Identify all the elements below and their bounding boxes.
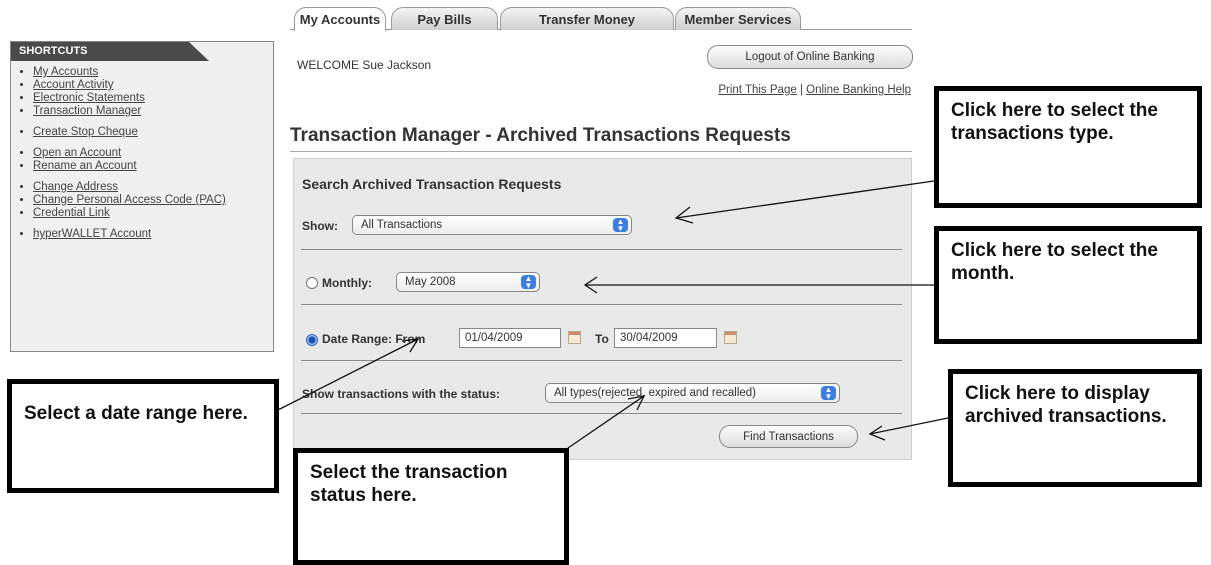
to-label: To: [595, 332, 609, 346]
find-transactions-button[interactable]: Find Transactions: [719, 425, 858, 448]
link-separator: |: [799, 84, 803, 96]
select-arrows-icon: ▲ ▼: [521, 275, 536, 290]
shortcuts-list: My Accounts Account Activity Electronic …: [11, 66, 269, 241]
shortcut-hyperwallet-account[interactable]: hyperWALLET Account: [33, 228, 151, 240]
shortcut-open-account[interactable]: Open an Account: [33, 147, 121, 159]
shortcut-item: Change Address: [33, 181, 269, 194]
shortcut-rename-account[interactable]: Rename an Account: [33, 160, 137, 172]
status-select[interactable]: All types(rejected, expired and recalled…: [545, 383, 840, 403]
date-range-label: Date Range: From: [322, 332, 426, 346]
online-help-link[interactable]: Online Banking Help: [806, 84, 911, 96]
shortcut-item: Credential Link: [33, 207, 269, 220]
shortcut-item: Change Personal Access Code (PAC): [33, 194, 269, 207]
shortcut-account-activity[interactable]: Account Activity: [33, 79, 114, 91]
callout-status: Select the transaction status here.: [293, 448, 569, 565]
shortcut-item: Create Stop Cheque: [33, 126, 269, 139]
shortcut-item: hyperWALLET Account: [33, 228, 269, 241]
logout-button[interactable]: Logout of Online Banking: [707, 45, 913, 69]
shortcut-change-address[interactable]: Change Address: [33, 181, 118, 193]
shortcut-electronic-statements[interactable]: Electronic Statements: [33, 92, 145, 104]
shortcut-item: Account Activity: [33, 79, 269, 92]
calendar-icon[interactable]: [568, 331, 581, 344]
page-title: Transaction Manager - Archived Transacti…: [290, 125, 791, 146]
title-divider: [290, 151, 912, 152]
show-label: Show:: [302, 219, 338, 233]
divider: [301, 360, 902, 361]
select-arrows-icon: ▲ ▼: [821, 386, 836, 401]
shortcut-item: Transaction Manager: [33, 105, 269, 118]
shortcut-transaction-manager[interactable]: Transaction Manager: [33, 105, 141, 117]
shortcut-item: Open an Account: [33, 147, 269, 160]
search-panel: [293, 158, 912, 460]
callout-month: Click here to select the month.: [934, 226, 1202, 344]
print-page-link[interactable]: Print This Page: [718, 84, 796, 96]
calendar-icon[interactable]: [724, 331, 737, 344]
tab-my-accounts[interactable]: My Accounts: [294, 7, 386, 31]
divider: [301, 249, 902, 250]
tab-transfer-money[interactable]: Transfer Money: [500, 7, 674, 30]
shortcut-item: My Accounts: [33, 66, 269, 79]
shortcuts-panel: SHORTCUTS My Accounts Account Activity E…: [10, 41, 274, 352]
callout-transaction-type: Click here to select the transactions ty…: [934, 86, 1202, 208]
month-select[interactable]: May 2008 ▲ ▼: [396, 272, 540, 292]
welcome-message: WELCOME Sue Jackson: [297, 58, 432, 72]
status-value: All types(rejected, expired and recalled…: [554, 387, 756, 399]
shortcut-change-pac[interactable]: Change Personal Access Code (PAC): [33, 194, 226, 206]
callout-display: Click here to display archived transacti…: [948, 369, 1202, 487]
shortcut-my-accounts[interactable]: My Accounts: [33, 66, 98, 78]
to-date-input[interactable]: 30/04/2009: [614, 328, 717, 348]
transaction-type-select[interactable]: All Transactions ▲ ▼: [352, 215, 632, 235]
tab-pay-bills[interactable]: Pay Bills: [391, 7, 498, 30]
divider: [301, 304, 902, 305]
shortcut-item: Rename an Account: [33, 160, 269, 173]
shortcut-item: Electronic Statements: [33, 92, 269, 105]
shortcut-create-stop-cheque[interactable]: Create Stop Cheque: [33, 126, 138, 138]
status-label: Show transactions with the status:: [302, 387, 501, 401]
shortcut-credential-link[interactable]: Credential Link: [33, 207, 110, 219]
month-value: May 2008: [405, 276, 456, 288]
divider: [301, 413, 902, 414]
callout-date-range: Select a date range here.: [7, 379, 279, 493]
transaction-type-value: All Transactions: [361, 219, 443, 231]
monthly-label: Monthly:: [322, 276, 372, 290]
top-links: Print This Page | Online Banking Help: [640, 84, 911, 96]
shortcuts-header: SHORTCUTS: [11, 42, 209, 61]
from-date-input[interactable]: 01/04/2009: [459, 328, 561, 348]
search-panel-title: Search Archived Transaction Requests: [302, 176, 562, 192]
date-range-radio[interactable]: [306, 334, 318, 346]
monthly-radio[interactable]: [306, 277, 318, 289]
select-arrows-icon: ▲ ▼: [613, 218, 628, 233]
tab-member-services[interactable]: Member Services: [675, 7, 801, 30]
